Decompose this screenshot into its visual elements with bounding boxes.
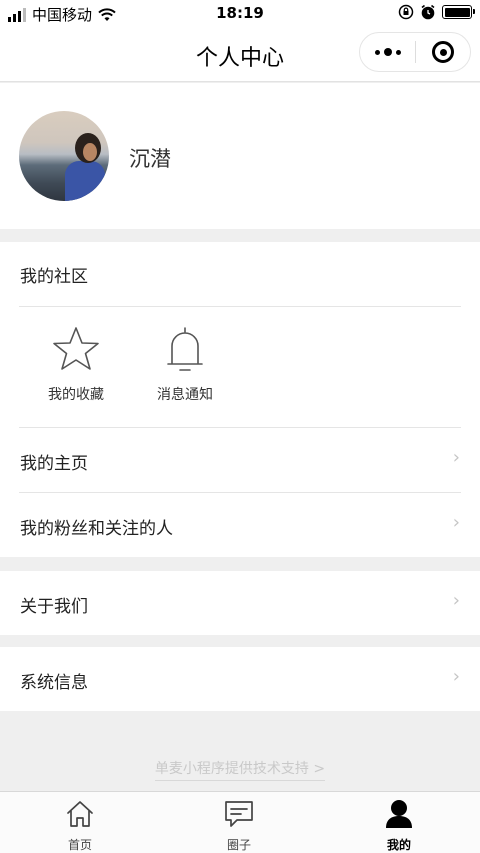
tech-support-link[interactable]: 单麦小程序提供技术支持 > <box>154 761 326 781</box>
home-icon <box>67 801 93 827</box>
bell-icon <box>167 327 203 371</box>
homepage-label: 我的主页 <box>20 454 88 474</box>
more-menu-icon[interactable] <box>360 33 415 71</box>
user-name: 沉潜 <box>129 147 171 171</box>
tech-support-footer[interactable]: 单麦小程序提供技术支持 > <box>0 758 480 781</box>
tab-circle-label: 圈子 <box>226 838 251 852</box>
close-program-button[interactable] <box>416 33 470 71</box>
tab-home[interactable]: 首页 <box>40 798 120 853</box>
tab-mine-label: 我的 <box>386 838 411 852</box>
favorites-label: 我的收藏 <box>48 387 104 403</box>
rotation-lock-icon <box>398 4 414 20</box>
menu-item-system-info[interactable]: 系统信息 › <box>0 647 480 711</box>
star-icon <box>53 327 99 370</box>
tab-bar: 首页 圈子 我的 <box>0 791 480 853</box>
menu-item-fans-following[interactable]: 我的粉丝和关注的人 › <box>0 493 480 557</box>
notifications-label: 消息通知 <box>157 387 213 403</box>
fans-label: 我的粉丝和关注的人 <box>20 519 173 539</box>
favorites-button[interactable]: 我的收藏 <box>26 324 126 404</box>
chevron-right-icon: › <box>452 447 460 468</box>
nav-bar: 个人中心 <box>0 28 480 82</box>
avatar[interactable] <box>19 111 109 201</box>
tab-circle[interactable]: 圈子 <box>199 798 279 853</box>
status-right <box>398 4 475 20</box>
notifications-button[interactable]: 消息通知 <box>135 324 235 404</box>
community-card: 我的社区 我的收藏 消息通知 我的主页 › 我的粉丝和关注的人 › <box>0 242 480 557</box>
profile-header: 沉潜 <box>0 83 480 229</box>
alarm-icon <box>421 4 435 20</box>
chevron-right-icon: › <box>452 666 460 687</box>
chevron-right-icon: › <box>452 590 460 611</box>
menu-item-about[interactable]: 关于我们 › <box>0 571 480 635</box>
target-icon <box>432 41 454 63</box>
person-icon <box>386 800 412 828</box>
avatar-person <box>65 133 105 201</box>
menu-item-homepage[interactable]: 我的主页 › <box>0 428 480 492</box>
mini-program-capsule <box>359 32 471 72</box>
chevron-right-icon: › <box>452 512 460 533</box>
chat-icon <box>225 801 253 827</box>
status-bar: 中国移动 18:19 <box>0 0 480 28</box>
battery-icon <box>442 5 475 19</box>
tab-home-label: 首页 <box>67 838 92 852</box>
divider <box>19 306 461 307</box>
community-title: 我的社区 <box>20 267 88 287</box>
tab-mine[interactable]: 我的 <box>359 798 439 853</box>
